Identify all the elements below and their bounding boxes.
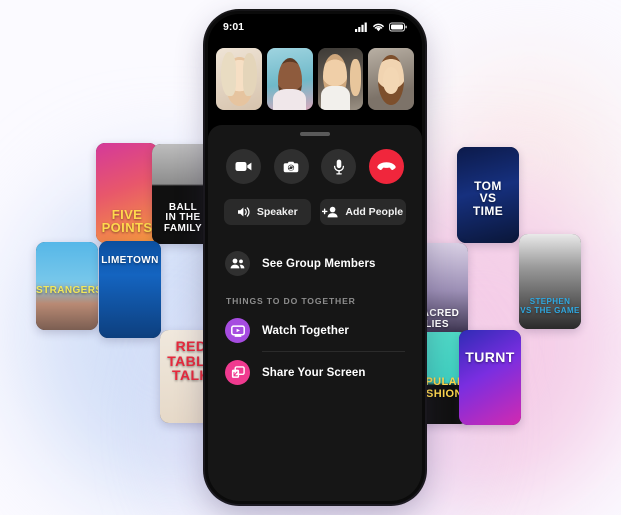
media-card-title: turnt <box>465 349 515 366</box>
watch-together-label: Watch Together <box>262 324 350 337</box>
phone-device: 9:01 Speaker Add People See Group Member… <box>205 11 425 504</box>
battery-icon <box>389 22 407 32</box>
media-card-title: Limetown <box>101 254 159 266</box>
add-people-label: Add People <box>345 206 404 218</box>
media-card-stephen-vs-the-game[interactable]: Stephen vs the Game <box>519 234 581 329</box>
add-person-icon <box>322 206 339 218</box>
call-options-sheet: Speaker Add People See Group Members THI… <box>208 125 422 501</box>
phone-screen: 9:01 Speaker Add People See Group Member… <box>208 14 422 501</box>
end-call-button[interactable] <box>368 149 404 184</box>
wifi-icon <box>372 22 385 32</box>
media-card-title: Strangers <box>36 284 98 296</box>
speaker-icon <box>237 206 251 218</box>
video-toggle-button[interactable] <box>226 149 261 184</box>
options-list: See Group Members THINGS TO DO TOGETHER … <box>208 225 422 393</box>
people-icon <box>225 251 250 276</box>
phone-notch <box>272 14 358 31</box>
share-your-screen-label: Share Your Screen <box>262 366 366 379</box>
media-card-limetown[interactable]: Limetown <box>99 241 161 338</box>
secondary-controls-row: Speaker Add People <box>208 184 422 225</box>
microphone-icon <box>333 159 345 175</box>
media-card-strangers[interactable]: Strangers <box>36 242 98 330</box>
status-time: 9:01 <box>223 21 245 33</box>
video-camera-icon <box>235 160 252 173</box>
speaker-label: Speaker <box>256 206 298 218</box>
media-card-five-points[interactable]: Five Points <box>96 143 158 243</box>
watch-together-item[interactable]: Watch Together <box>225 310 405 351</box>
screen-share-icon <box>225 360 250 385</box>
mute-button[interactable] <box>321 149 357 184</box>
video-tile-participant-4[interactable] <box>368 48 414 110</box>
media-card-tom-vs-time[interactable]: Tom vs Time <box>457 147 519 243</box>
media-card-title: Stephen vs the Game <box>520 297 580 315</box>
flip-camera-button[interactable] <box>273 149 309 184</box>
see-group-members-label: See Group Members <box>262 257 376 270</box>
see-group-members-item[interactable]: See Group Members <box>225 243 405 284</box>
call-controls-row <box>208 136 422 184</box>
section-heading-things-to-do: THINGS TO DO TOGETHER <box>226 296 356 306</box>
media-card-title: Five Points <box>101 206 153 236</box>
camera-flip-icon <box>283 160 300 174</box>
add-people-button[interactable]: Add People <box>319 199 406 225</box>
video-tile-participant-3[interactable] <box>317 48 364 110</box>
phone-hangup-icon <box>377 161 396 173</box>
media-card-title: Tom vs Time <box>472 178 504 218</box>
video-tile-participant-2[interactable] <box>266 48 313 110</box>
share-your-screen-item[interactable]: Share Your Screen <box>225 352 405 393</box>
video-tile-participant-1[interactable] <box>216 48 262 110</box>
speaker-button[interactable]: Speaker <box>224 199 311 225</box>
scene: Five Points Ball in the Family Strangers Li… <box>0 0 621 515</box>
media-card-turnt[interactable]: turnt <box>459 330 521 425</box>
video-tiles <box>216 48 414 110</box>
watch-together-icon <box>225 318 250 343</box>
media-card-artwork <box>459 330 521 425</box>
